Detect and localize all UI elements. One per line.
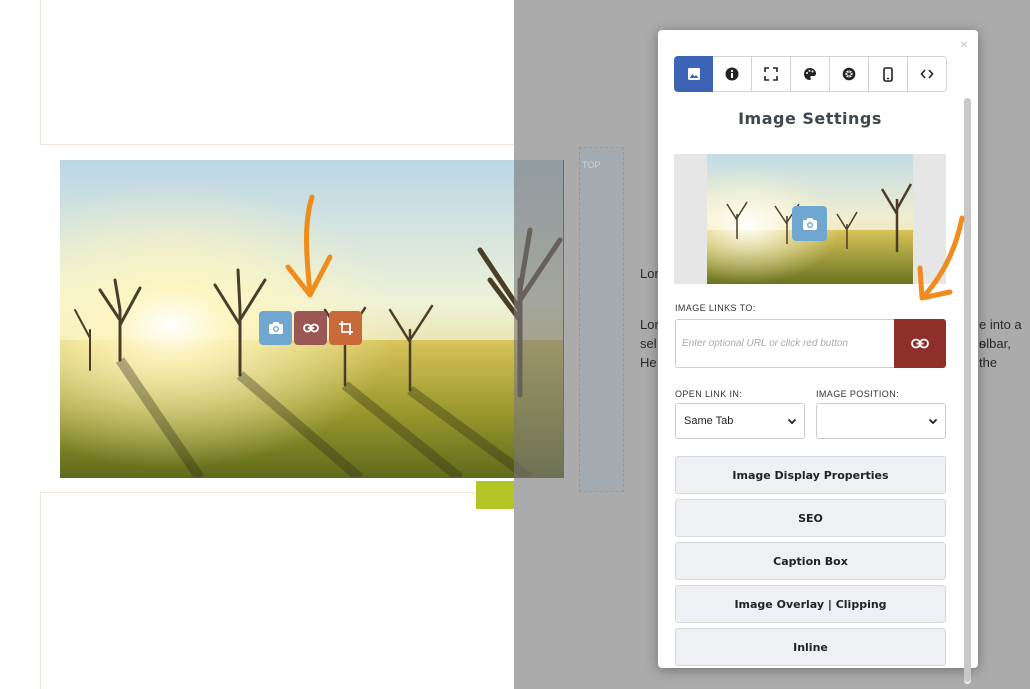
body-text: Lor [640,266,659,281]
scrollbar-thumb[interactable] [964,98,971,682]
seo-button[interactable]: SEO [675,499,946,537]
open-link-label: OPEN LINK IN: [675,389,743,399]
image-position-select[interactable] [816,403,946,439]
link-button[interactable] [294,311,327,345]
link-icon [302,323,319,333]
section-border [40,493,41,689]
image-display-properties-button[interactable]: Image Display Properties [675,456,946,494]
aperture-icon [842,67,856,81]
tab-mobile[interactable] [869,56,908,92]
image-settings-modal: × Image Settings IMAGE LINKS TO: Enter o… [658,30,978,684]
open-link-select[interactable]: Same Tab [675,403,805,439]
body-text: sel [640,336,657,351]
chevron-down-icon [928,418,938,425]
section-divider [40,144,514,145]
section-handle[interactable] [579,147,624,492]
body-text: He [640,355,657,370]
tab-info[interactable] [713,56,752,92]
mobile-icon [883,66,893,82]
body-text: olbar, the [979,336,1011,370]
body-text: Lor [640,317,659,332]
section-divider [40,492,514,493]
chevron-down-icon [787,418,797,425]
tab-image[interactable] [674,56,713,92]
image-toolbar [259,311,362,345]
info-icon [725,67,739,81]
open-link-value: Same Tab [684,415,734,427]
palette-icon [804,68,816,80]
camera-icon [268,322,283,334]
image-icon [687,68,700,80]
tab-fullscreen[interactable] [752,56,791,92]
settings-tabs [674,56,947,92]
tab-code[interactable] [908,56,947,92]
top-label: TOP [582,160,601,170]
fullscreen-icon [764,67,778,81]
modal-scrollbar[interactable] [964,98,971,684]
modal-title: Image Settings [738,109,882,128]
tab-filters[interactable] [830,56,869,92]
code-icon [920,69,934,79]
change-image-button[interactable] [792,206,827,241]
section-border [40,0,41,144]
camera-button[interactable] [259,311,292,345]
link-icon [911,338,929,349]
image-link-url-input[interactable] [675,319,895,368]
image-position-label: IMAGE POSITION: [816,389,900,399]
image-preview [674,154,946,284]
resize-handle[interactable] [476,481,514,509]
crop-icon [338,321,353,335]
select-link-button[interactable] [894,319,946,368]
crop-button[interactable] [329,311,362,345]
inline-button[interactable]: Inline [675,628,946,666]
image-links-label: IMAGE LINKS TO: [675,303,756,313]
close-icon[interactable]: × [960,36,968,52]
camera-icon [802,217,817,230]
image-overlay-clipping-button[interactable]: Image Overlay | Clipping [675,585,946,623]
tab-colors[interactable] [791,56,830,92]
caption-box-button[interactable]: Caption Box [675,542,946,580]
